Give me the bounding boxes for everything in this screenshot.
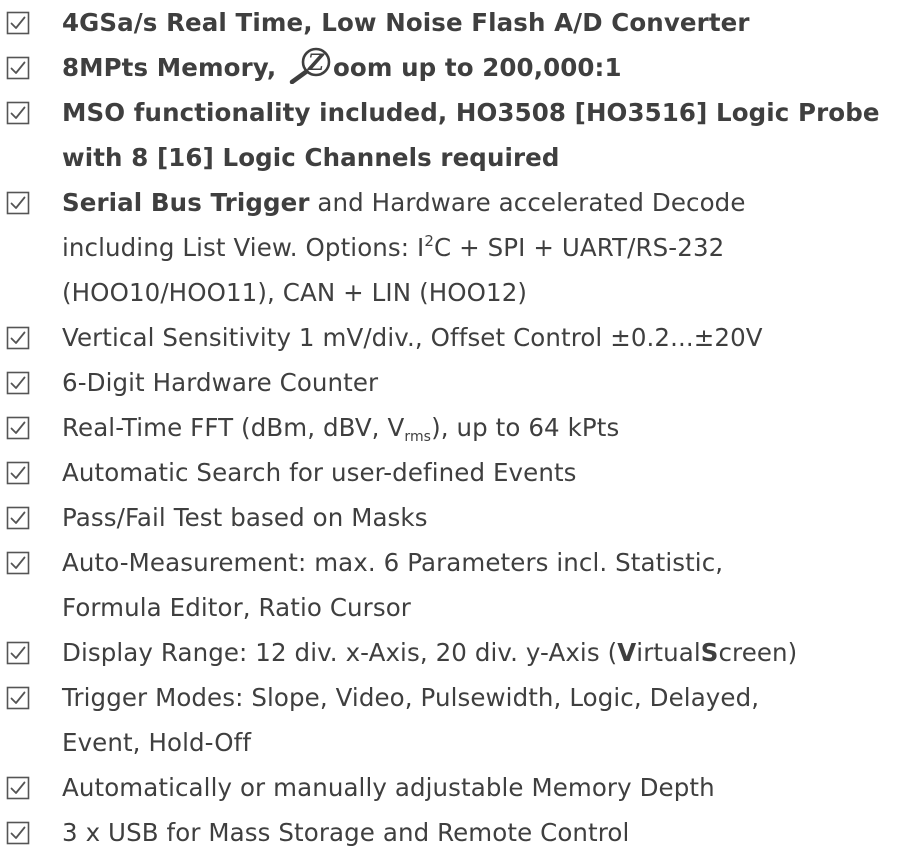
feature-text-segment: Automatic Search for user-defined Events bbox=[62, 458, 577, 487]
zoom-letter: Z bbox=[307, 50, 325, 76]
feature-text-line: Trigger Modes: Slope, Video, Pulsewidth,… bbox=[62, 675, 759, 720]
feature-text-line: 8MPts Memory, Zoom up to 200,000:1 bbox=[62, 45, 622, 90]
feature-text-segment: Serial Bus Trigger bbox=[62, 188, 310, 217]
checkbox-checked-icon bbox=[6, 506, 30, 530]
feature-item: Display Range: 12 div. x-Axis, 20 div. y… bbox=[0, 630, 910, 675]
checkbox-checked-icon bbox=[6, 191, 30, 215]
feature-item: Serial Bus Trigger and Hardware accelera… bbox=[0, 180, 910, 315]
checkbox-checked-icon bbox=[6, 326, 30, 350]
feature-text-segment: ), up to 64 kPts bbox=[431, 413, 620, 442]
feature-text-segment: C + SPI + UART/RS-232 bbox=[434, 233, 725, 262]
checkbox-checked-icon bbox=[6, 776, 30, 800]
feature-text-line: with 8 [16] Logic Channels required bbox=[62, 135, 560, 180]
feature-text-line: Serial Bus Trigger and Hardware accelera… bbox=[62, 180, 746, 225]
feature-item: Auto-Measurement: max. 6 Parameters incl… bbox=[0, 540, 910, 630]
feature-item: Automatically or manually adjustable Mem… bbox=[0, 765, 910, 810]
feature-text-segment: including List View. Options: I bbox=[62, 233, 425, 262]
checkbox-checked-icon bbox=[6, 416, 30, 440]
feature-item: 6-Digit Hardware Counter bbox=[0, 360, 910, 405]
feature-text-line: Auto-Measurement: max. 6 Parameters incl… bbox=[62, 540, 723, 585]
feature-text-segment: Event, Hold-Off bbox=[62, 728, 252, 757]
feature-item: Trigger Modes: Slope, Video, Pulsewidth,… bbox=[0, 675, 910, 765]
feature-text-line: Automatically or manually adjustable Mem… bbox=[62, 765, 715, 810]
feature-text-line: Automatic Search for user-defined Events bbox=[62, 450, 577, 495]
feature-text-segment: oom up to 200,000:1 bbox=[332, 53, 622, 82]
feature-text-line: Real-Time FFT (dBm, dBV, Vrms), up to 64… bbox=[62, 405, 619, 450]
feature-text-segment: Auto-Measurement: max. 6 Parameters incl… bbox=[62, 548, 724, 577]
feature-text-segment: Trigger Modes: Slope, Video, Pulsewidth,… bbox=[62, 683, 760, 712]
feature-text-segment: Automatically or manually adjustable Mem… bbox=[62, 773, 715, 802]
feature-item: 8MPts Memory, Zoom up to 200,000:1 bbox=[0, 45, 910, 90]
checkbox-checked-icon bbox=[6, 551, 30, 575]
feature-text-segment: 8MPts Memory, bbox=[62, 53, 285, 82]
feature-text-segment: irtual bbox=[636, 638, 701, 667]
feature-item: Real-Time FFT (dBm, dBV, Vrms), up to 64… bbox=[0, 405, 910, 450]
feature-text-segment: with 8 [16] Logic Channels required bbox=[62, 143, 560, 172]
feature-text-line: (HOO10/HOO11), CAN + LIN (HOO12) bbox=[62, 270, 527, 315]
checkbox-checked-icon bbox=[6, 101, 30, 125]
feature-text-segment: Display Range: 12 div. x-Axis, 20 div. y… bbox=[62, 638, 618, 667]
feature-text-line: MSO functionality included, HO3508 [HO35… bbox=[62, 90, 880, 135]
feature-text-segment: 4GSa/s Real Time, Low Noise Flash A/D Co… bbox=[62, 8, 750, 37]
feature-text-segment: 6-Digit Hardware Counter bbox=[62, 368, 379, 397]
feature-item: MSO functionality included, HO3508 [HO35… bbox=[0, 90, 910, 180]
feature-text-segment: Real-Time FFT (dBm, dBV, V bbox=[62, 413, 405, 442]
feature-item: Automatic Search for user-defined Events bbox=[0, 450, 910, 495]
zoom-magnifier-icon: Z bbox=[289, 46, 333, 84]
checkbox-checked-icon bbox=[6, 821, 30, 845]
feature-text-line: Display Range: 12 div. x-Axis, 20 div. y… bbox=[62, 630, 797, 675]
checkbox-checked-icon bbox=[6, 56, 30, 80]
feature-text-segment: Formula Editor, Ratio Cursor bbox=[62, 593, 411, 622]
feature-text-segment: MSO functionality included, HO3508 [HO35… bbox=[62, 98, 880, 127]
feature-text-segment: Pass/Fail Test based on Masks bbox=[62, 503, 428, 532]
feature-text-line: 6-Digit Hardware Counter bbox=[62, 360, 378, 405]
feature-text-line: Event, Hold-Off bbox=[62, 720, 251, 765]
feature-text-line: 3 x USB for Mass Storage and Remote Cont… bbox=[62, 810, 629, 855]
feature-text-line: Pass/Fail Test based on Masks bbox=[62, 495, 428, 540]
checkbox-checked-icon bbox=[6, 11, 30, 35]
feature-text-line: 4GSa/s Real Time, Low Noise Flash A/D Co… bbox=[62, 0, 750, 45]
feature-text-segment: Vertical Sensitivity 1 mV/div., Offset C… bbox=[62, 323, 763, 352]
feature-list: 4GSa/s Real Time, Low Noise Flash A/D Co… bbox=[0, 0, 910, 847]
feature-text-segment: and Hardware accelerated Decode bbox=[309, 188, 746, 217]
feature-text-segment: (HOO10/HOO11), CAN + LIN (HOO12) bbox=[62, 278, 528, 307]
feature-text-segment: V bbox=[617, 638, 637, 667]
feature-text-line: including List View. Options: I2C + SPI … bbox=[62, 225, 724, 270]
checkbox-checked-icon bbox=[6, 371, 30, 395]
feature-text-segment: rms bbox=[404, 429, 432, 445]
feature-item: Pass/Fail Test based on Masks bbox=[0, 495, 910, 540]
feature-text-line: Vertical Sensitivity 1 mV/div., Offset C… bbox=[62, 315, 763, 360]
feature-item: 3 x USB for Mass Storage and Remote Cont… bbox=[0, 810, 910, 855]
checkbox-checked-icon bbox=[6, 461, 30, 485]
feature-item: 4GSa/s Real Time, Low Noise Flash A/D Co… bbox=[0, 0, 910, 45]
checkbox-checked-icon bbox=[6, 641, 30, 665]
feature-text-segment: 3 x USB for Mass Storage and Remote Cont… bbox=[62, 818, 630, 847]
feature-text-segment: creen) bbox=[718, 638, 798, 667]
feature-text-segment: S bbox=[700, 638, 719, 667]
checkbox-checked-icon bbox=[6, 686, 30, 710]
feature-text-line: Formula Editor, Ratio Cursor bbox=[62, 585, 411, 630]
feature-text-segment: 2 bbox=[424, 232, 435, 250]
feature-item: Vertical Sensitivity 1 mV/div., Offset C… bbox=[0, 315, 910, 360]
